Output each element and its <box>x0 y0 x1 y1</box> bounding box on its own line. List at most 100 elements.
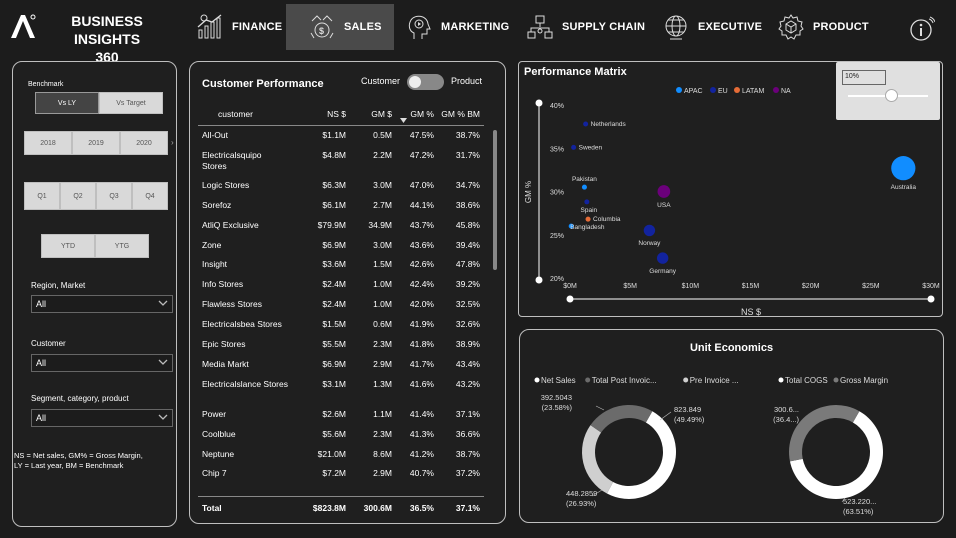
unit-economics-charts[interactable]: Net Sales Total Post Invoic... Pre Invoice… <box>520 330 945 524</box>
total-ns: $823.8M <box>312 502 346 513</box>
nav-sales[interactable]: $ SALES <box>286 4 394 50</box>
cell-gm-pct-bm: 38.6% <box>455 199 480 210</box>
customer-table-body[interactable]: All-Out $1.1M 0.5M 47.5% 38.7% Electricalsqui… <box>198 125 484 493</box>
cell-gm: 34.9M <box>368 219 392 230</box>
customer-dropdown[interactable]: All <box>31 354 173 372</box>
cell-gm: 2.9M <box>373 358 392 369</box>
table-row[interactable]: Zone $6.9M 3.0M 43.6% 39.4% <box>198 235 484 255</box>
table-row[interactable]: Chip 7 $7.2M 2.9M 40.7% 37.2% <box>198 463 484 483</box>
customer-value: All <box>36 358 47 368</box>
column-header-gm-pct-bm[interactable]: GM % BM <box>438 103 484 126</box>
data-point-label: Columbia <box>593 216 621 223</box>
y-tick-label: 25% <box>550 233 564 240</box>
customer-product-toggle[interactable] <box>407 74 444 90</box>
column-header-ns[interactable]: NS $ <box>292 103 350 126</box>
nav-executive[interactable]: EXECUTIVE <box>662 4 762 50</box>
year-2019-button[interactable]: 2019 <box>72 131 120 155</box>
customer-table: All-Out $1.1M 0.5M 47.5% 38.7% Electricalsqui… <box>198 125 484 483</box>
table-row[interactable]: Neptune $21.0M 8.6M 41.2% 38.7% <box>198 444 484 464</box>
performance-matrix-chart[interactable]: APAC EU LATAM NA 20% 25% 30% 35% 40% GM % $0M $5M $1… <box>519 62 944 318</box>
table-row[interactable]: Power $2.6M 1.1M 41.4% 37.1% <box>198 404 484 424</box>
customer-filter-label: Customer <box>31 339 66 348</box>
data-point-label: Bangladesh <box>570 224 605 231</box>
quarter-q1-button[interactable]: Q1 <box>24 182 60 210</box>
legend-label: Total COGS <box>785 376 828 385</box>
table-row[interactable]: Logic Stores $6.3M 3.0M 47.0% 34.7% <box>198 175 484 195</box>
cell-ns: $2.6M <box>322 408 346 419</box>
table-row[interactable]: All-Out $1.1M 0.5M 47.5% 38.7% <box>198 125 484 145</box>
cell-gm-pct-bm: 45.8% <box>455 219 480 230</box>
slice-percent-label: (23.58%) <box>542 403 573 412</box>
cell-gm-pct: 47.0% <box>409 179 434 190</box>
table-row[interactable]: AtliQ Exclusive $79.9M 34.9M 43.7% 45.8% <box>198 215 484 235</box>
x-axis-slider-handle-left <box>566 295 574 303</box>
nav-marketing[interactable]: MARKETING <box>405 4 509 50</box>
table-scrollbar[interactable] <box>493 130 497 270</box>
slice-value-label: 448.2859 <box>566 489 597 498</box>
region-market-dropdown[interactable]: All <box>31 295 173 313</box>
cell-gm-pct-bm: 39.2% <box>455 279 480 290</box>
toggle-knob <box>409 76 421 88</box>
donut-slice <box>590 405 653 433</box>
cell-gm-pct-bm: 32.6% <box>455 319 480 330</box>
segment-dropdown[interactable]: All <box>31 409 173 427</box>
cell-customer: Chip 7 <box>202 468 227 479</box>
ytg-button[interactable]: YTG <box>95 234 149 258</box>
table-row[interactable]: Info Stores $2.4M 1.0M 42.4% 39.2% <box>198 274 484 294</box>
table-row[interactable]: Epic Stores $5.5M 2.3M 41.8% 38.9% <box>198 334 484 354</box>
table-row[interactable]: Sorefoz $6.1M 2.7M 44.1% 38.6% <box>198 195 484 215</box>
nav-supply-chain[interactable]: SUPPLY CHAIN <box>526 4 645 50</box>
nav-finance[interactable]: FINANCE <box>196 4 282 50</box>
abbreviation-note-line-2: LY = Last year, BM = Benchmark <box>14 461 124 470</box>
cell-gm-pct-bm: 43.4% <box>455 358 480 369</box>
column-header-customer[interactable]: customer <box>198 103 292 126</box>
table-row[interactable]: Electricalslance Stores $3.1M 1.3M 41.6% 43.… <box>198 374 484 404</box>
info-icon[interactable] <box>909 16 935 42</box>
quarter-q2-button[interactable]: Q2 <box>60 182 96 210</box>
executive-globe-icon <box>665 15 687 40</box>
cell-customer: Neptune <box>202 448 235 459</box>
cell-gm-pct-bm: 43.2% <box>455 378 480 389</box>
brand-line-1: BUSINESS INSIGHTS <box>71 13 143 47</box>
benchmark-vs-ly-button[interactable]: Vs LY <box>35 92 99 114</box>
cell-ns: $3.1M <box>322 378 346 389</box>
nav-marketing-label: MARKETING <box>441 21 510 33</box>
unit-economics-panel: Unit Economics Net Sales Total Post Invoi… <box>519 329 944 523</box>
nav-product[interactable]: PRODUCT <box>777 4 869 50</box>
column-header-gm[interactable]: GM $ <box>350 103 396 126</box>
table-row[interactable]: Media Markt $6.9M 2.9M 41.7% 43.4% <box>198 354 484 374</box>
cell-gm-pct-bm: 31.7% <box>455 149 480 160</box>
cell-customer: Electricalslance Stores <box>202 378 288 389</box>
toggle-customer-label: Customer <box>361 76 401 86</box>
year-2018-button[interactable]: 2018 <box>24 131 72 155</box>
chevron-right-icon[interactable]: › <box>171 138 174 147</box>
table-row[interactable]: Coolblue $5.6M 2.3M 41.3% 36.6% <box>198 424 484 444</box>
table-row[interactable]: Electricalsbea Stores $1.5M 0.6M 41.9% 32.6% <box>198 314 484 334</box>
cell-ns: $21.0M <box>317 448 346 459</box>
cell-gm-pct: 47.5% <box>409 130 434 140</box>
sales-dashboard: BUSINESS INSIGHTS 360 FINANCE $ SALES MA… <box>0 0 956 538</box>
performance-matrix-panel: Performance Matrix 10% APAC EU LATAM NA 20% 2… <box>518 61 943 317</box>
data-point <box>571 144 577 150</box>
cell-gm: 8.6M <box>373 448 392 459</box>
nav-sales-label: SALES <box>344 21 382 33</box>
table-row[interactable]: Insight $3.6M 1.5M 42.6% 47.8% <box>198 254 484 274</box>
quarter-q3-button[interactable]: Q3 <box>96 182 132 210</box>
table-row[interactable]: Flawless Stores $2.4M 1.0M 42.0% 32.5% <box>198 294 484 314</box>
cell-gm: 2.2M <box>373 149 392 160</box>
cell-customer: Logic Stores <box>202 179 250 190</box>
benchmark-vs-target-button[interactable]: Vs Target <box>99 92 163 114</box>
abbreviation-note: NS = Net sales, GM% = Gross Margin, LY =… <box>14 451 164 471</box>
table-row[interactable]: Electricalsquipo Stores $4.8M 2.2M 47.2% 31.… <box>198 145 484 175</box>
ytd-button[interactable]: YTD <box>41 234 95 258</box>
cell-gm: 2.3M <box>373 428 392 439</box>
donut-slice <box>789 405 860 462</box>
year-2020-button[interactable]: 2020 <box>120 131 168 155</box>
slice-value-label: 523.220... <box>843 497 876 506</box>
quarter-q4-button[interactable]: Q4 <box>132 182 168 210</box>
sort-descending-icon[interactable] <box>400 118 407 123</box>
cell-gm-pct: 42.6% <box>409 259 434 270</box>
cell-customer: Sorefoz <box>202 199 232 210</box>
customer-performance-title: Customer Performance <box>202 78 324 90</box>
cell-ns: $2.4M <box>322 299 346 310</box>
